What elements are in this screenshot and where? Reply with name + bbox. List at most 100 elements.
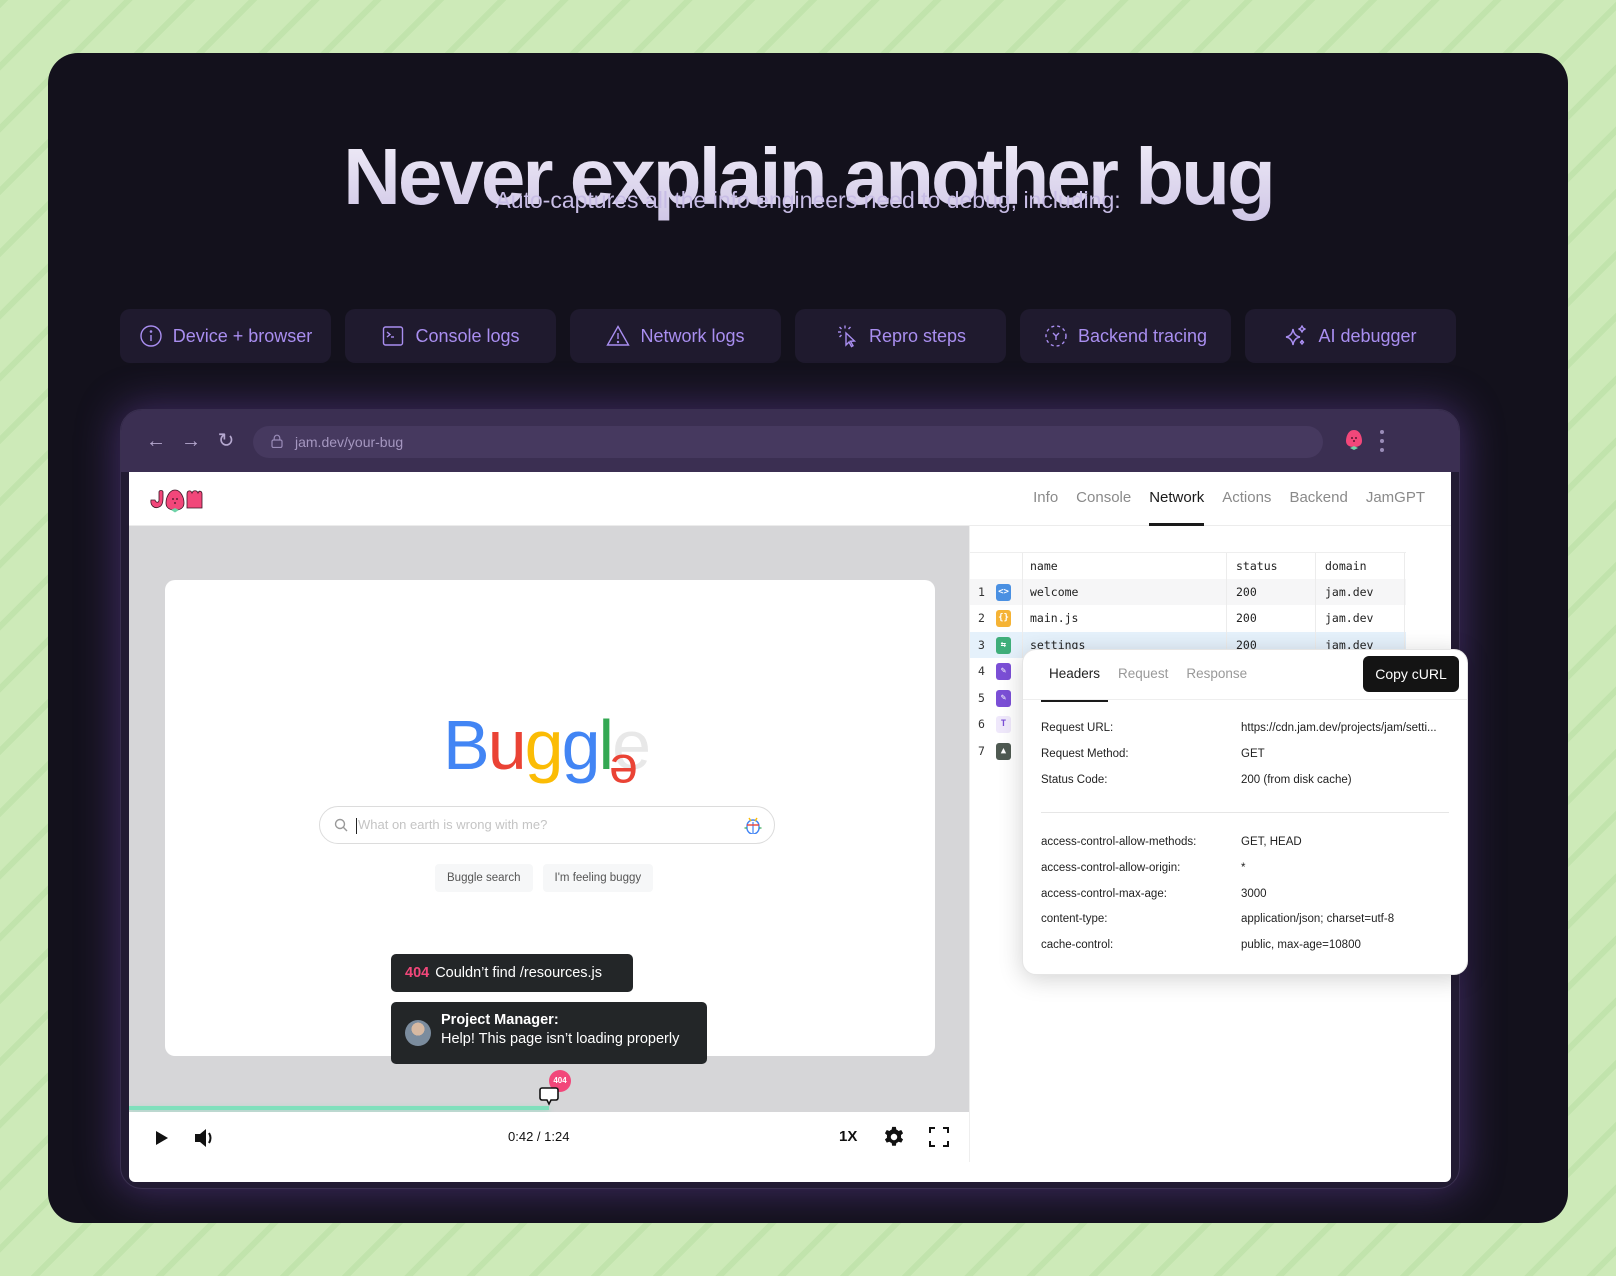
header-key: Request Method:: [1041, 747, 1129, 760]
jam-logo: [150, 489, 203, 513]
css-file-icon: ✎: [996, 663, 1011, 680]
row-index: 2: [978, 611, 985, 625]
fullscreen-icon[interactable]: [929, 1127, 949, 1147]
address-bar[interactable]: jam.dev/your-bug: [253, 426, 1323, 458]
header-key: Request URL:: [1041, 722, 1114, 734]
forward-arrow-icon[interactable]: →: [180, 430, 202, 452]
request-name: welcome: [1030, 584, 1079, 599]
column-header-status[interactable]: status: [1236, 553, 1278, 580]
header-value: 200 (from disk cache): [1241, 773, 1352, 786]
back-arrow-icon[interactable]: ←: [145, 430, 167, 452]
js-file-icon: {}: [996, 610, 1011, 627]
header-value: https://cdn.jam.dev/projects/jam/setti..…: [1241, 722, 1437, 734]
jam-extension-icon[interactable]: [1343, 428, 1365, 452]
lock-icon: [271, 434, 283, 448]
header-value: application/json; charset=utf-8: [1241, 913, 1395, 926]
header-value: GET, HEAD: [1241, 836, 1302, 848]
tab-info[interactable]: Info: [1033, 472, 1058, 526]
playback-speed[interactable]: 1X: [839, 1128, 857, 1145]
terminal-icon: [383, 326, 404, 346]
avatar: [405, 1020, 431, 1046]
url-text: jam.dev/your-bug: [295, 434, 404, 450]
hero-subtitle: Auto-captures all the info engineers nee…: [495, 187, 1121, 213]
feature-label: AI debugger: [1318, 325, 1417, 346]
feature-console-logs[interactable]: Console logs: [345, 309, 556, 363]
reload-icon[interactable]: ↻: [215, 430, 237, 452]
error-message: Couldn’t find /resources.js: [435, 965, 603, 981]
request-domain: jam.dev: [1325, 611, 1374, 625]
comment-author: Project Manager:: [441, 1012, 559, 1028]
row-index: 4: [978, 664, 985, 678]
column-header-domain[interactable]: domain: [1325, 553, 1367, 580]
play-icon[interactable]: [155, 1130, 169, 1146]
font-file-icon: T: [996, 716, 1011, 733]
details-tabs: Headers Request Response: [1040, 650, 1247, 702]
feature-network-logs[interactable]: Network logs: [570, 309, 781, 363]
buggle-logo: Buggle e: [443, 710, 651, 801]
table-row[interactable]: 1 <> welcome 200 jam.dev: [970, 578, 1406, 605]
error-toast: 404 Couldn’t find /resources.js: [391, 954, 633, 992]
search-input[interactable]: What on earth is wrong with me?: [319, 806, 775, 844]
css-file-icon: ✎: [996, 689, 1011, 707]
logo-letter: g: [524, 706, 564, 784]
search-icon: [334, 818, 348, 832]
trace-icon: [1045, 325, 1067, 347]
feature-device-browser[interactable]: Device + browser: [120, 309, 331, 363]
header-value: *: [1241, 861, 1246, 874]
header-key: Status Code:: [1041, 773, 1108, 786]
row-index: 5: [978, 690, 985, 705]
feature-label: Backend tracing: [1077, 325, 1208, 346]
feeling-buggy-button[interactable]: I'm feeling buggy: [542, 864, 654, 892]
tab-response[interactable]: Response: [1186, 650, 1247, 700]
tab-backend[interactable]: Backend: [1289, 472, 1347, 526]
table-row[interactable]: 2 {} main.js 200 jam.dev: [970, 605, 1406, 632]
hero-card: Never explain another bug Auto-captures …: [48, 53, 1568, 1223]
feature-ai-debugger[interactable]: AI debugger: [1245, 309, 1456, 363]
header-value: GET: [1241, 747, 1265, 760]
fallen-logo-letter: e: [611, 743, 638, 801]
settings-gear-icon[interactable]: [883, 1126, 905, 1148]
table-header: name status domain: [970, 552, 1406, 579]
header-key: access-control-allow-origin:: [1041, 861, 1181, 874]
logo-letter: u: [487, 706, 527, 784]
info-icon: [140, 325, 162, 347]
tab-network[interactable]: Network: [1149, 472, 1205, 526]
logo-letter: g: [561, 706, 601, 784]
player-controls: 0:42 / 1:24 1X: [129, 1112, 969, 1162]
header-value: 3000: [1241, 887, 1267, 900]
search-buttons: Buggle search I'm feeling buggy: [435, 864, 654, 892]
feature-label: Device + browser: [172, 325, 313, 346]
request-status: 200: [1236, 611, 1257, 625]
volume-icon[interactable]: [193, 1127, 217, 1149]
feature-label: Console logs: [415, 325, 520, 346]
more-menu-icon[interactable]: [1377, 430, 1387, 452]
tab-headers[interactable]: Headers: [1040, 650, 1109, 702]
row-index: 3: [978, 637, 985, 652]
error-code: 404: [405, 965, 430, 981]
sparkles-icon: [1286, 325, 1307, 346]
header-key: access-control-allow-methods:: [1041, 836, 1197, 848]
tab-actions[interactable]: Actions: [1222, 472, 1271, 526]
comment-text: Help! This page isn’t loading properly: [441, 1031, 680, 1047]
html-file-icon: <>: [996, 583, 1011, 601]
feature-repro-steps[interactable]: Repro steps: [795, 309, 1006, 363]
search-placeholder: What on earth is wrong with me?: [358, 817, 548, 832]
tab-request[interactable]: Request: [1118, 650, 1168, 700]
request-domain: jam.dev: [1325, 584, 1374, 599]
copy-curl-button[interactable]: Copy cURL: [1363, 656, 1459, 692]
comment-marker-icon[interactable]: [539, 1086, 559, 1106]
logo-letter: B: [443, 706, 490, 784]
column-header-name[interactable]: name: [1030, 553, 1058, 580]
header-key: cache-control:: [1041, 939, 1114, 952]
browser-toolbar: ← → ↻ jam.dev/your-bug: [121, 410, 1459, 472]
row-index: 1: [978, 584, 985, 599]
feature-list: Device + browser Console logs Network lo…: [120, 309, 1456, 363]
header-value: public, max-age=10800: [1241, 939, 1361, 952]
bug-icon[interactable]: [744, 816, 762, 834]
buggle-search-button[interactable]: Buggle search: [435, 864, 533, 892]
tab-console[interactable]: Console: [1076, 472, 1131, 526]
fetch-file-icon: ⇆: [996, 636, 1011, 654]
request-status: 200: [1236, 584, 1257, 599]
tab-jamgpt[interactable]: JamGPT: [1366, 472, 1425, 526]
feature-backend-tracing[interactable]: Backend tracing: [1020, 309, 1231, 363]
